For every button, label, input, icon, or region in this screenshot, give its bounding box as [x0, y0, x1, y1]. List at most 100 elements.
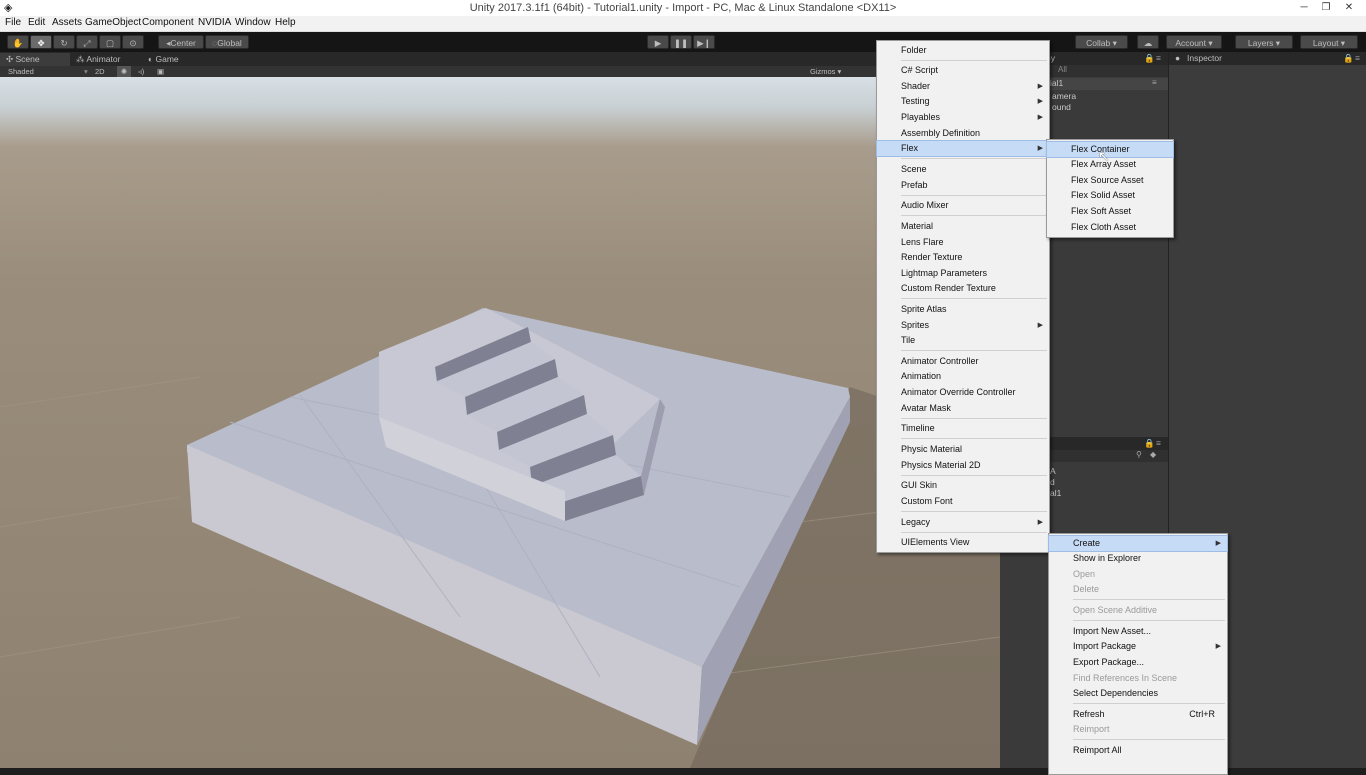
project-item-1[interactable]: A	[1050, 466, 1056, 476]
lock-icon[interactable]: 🔒	[1144, 52, 1155, 65]
panel-menu-icon[interactable]: ≡	[1156, 52, 1161, 65]
scene-viewport[interactable]	[0, 77, 1000, 768]
tab-inspector[interactable]: ● Inspector 🔒 ≡	[1169, 52, 1366, 65]
menu-item-shader[interactable]: Shader ▶	[877, 79, 1049, 94]
menu-item-show-in-explorer[interactable]: Show in Explorer	[1049, 551, 1227, 566]
play-button[interactable]: ▶	[647, 35, 669, 49]
menu-item-find-references[interactable]: Find References In Scene	[1049, 671, 1227, 686]
pivot-center-toggle[interactable]: ◂Center	[158, 35, 204, 49]
menu-edit[interactable]: Edit	[28, 17, 45, 28]
effects-toggle-icon[interactable]: ▣	[157, 66, 164, 77]
menu-item-animator-override-controller[interactable]: Animator Override Controller	[877, 385, 1049, 400]
menu-item-custom-render-texture[interactable]: Custom Render Texture	[877, 281, 1049, 296]
minimize-button[interactable]: ─	[1293, 0, 1315, 16]
scene-menu-icon[interactable]: ≡	[1152, 78, 1157, 87]
rotate-tool-icon[interactable]: ↻	[53, 35, 75, 49]
account-dropdown[interactable]: Account ▾	[1166, 35, 1222, 49]
space-global-toggle[interactable]: ◌Global	[205, 35, 249, 49]
menu-component[interactable]: Component	[142, 17, 194, 28]
menu-item-prefab[interactable]: Prefab	[877, 178, 1049, 193]
menu-item-select-dependencies[interactable]: Select Dependencies	[1049, 686, 1227, 701]
menu-item-flex-source-asset[interactable]: Flex Source Asset	[1047, 173, 1173, 188]
project-menu-icon[interactable]: ≡	[1156, 437, 1161, 450]
menu-item-flex-soft-asset[interactable]: Flex Soft Asset	[1047, 204, 1173, 219]
close-button[interactable]: ✕	[1338, 0, 1360, 16]
menu-item-custom-font[interactable]: Custom Font	[877, 494, 1049, 509]
tab-animator[interactable]: ⁂ Animator	[76, 53, 146, 66]
menu-help[interactable]: Help	[275, 17, 296, 28]
filter-icon[interactable]: ⚲	[1136, 450, 1142, 459]
menu-item-testing[interactable]: Testing ▶	[877, 94, 1049, 109]
layout-dropdown[interactable]: Layout ▾	[1300, 35, 1358, 49]
menu-item-physics-material-2d[interactable]: Physics Material 2D	[877, 458, 1049, 473]
menu-item-avatar-mask[interactable]: Avatar Mask	[877, 401, 1049, 416]
maximize-button[interactable]: ❐	[1315, 0, 1337, 16]
menu-item-refresh[interactable]: Refresh Ctrl+R	[1049, 707, 1227, 722]
menu-item-flex[interactable]: Flex ▶	[876, 140, 1050, 157]
menu-item-import-new-asset[interactable]: Import New Asset...	[1049, 624, 1227, 639]
gizmos-dropdown[interactable]: Gizmos ▾	[810, 66, 841, 77]
transform-tool-icon[interactable]: ⊙	[122, 35, 144, 49]
menu-item-uielements-view[interactable]: UIElements View	[877, 535, 1049, 550]
tab-scene[interactable]: ✣ Scene	[0, 53, 70, 66]
menu-item-legacy[interactable]: Legacy ▶	[877, 515, 1049, 530]
audio-toggle-icon[interactable]: ◃)	[138, 66, 144, 77]
hand-tool-icon[interactable]: ✋	[7, 35, 29, 49]
menu-item-assembly-definition[interactable]: Assembly Definition	[877, 126, 1049, 141]
menu-item-flex-array-asset[interactable]: Flex Array Asset	[1047, 157, 1173, 172]
pause-button[interactable]: ❚❚	[670, 35, 692, 49]
menu-item-open[interactable]: Open	[1049, 567, 1227, 582]
menu-item-delete[interactable]: Delete	[1049, 582, 1227, 597]
menu-item-folder[interactable]: Folder	[877, 43, 1049, 58]
inspector-lock-icon[interactable]: 🔒	[1343, 52, 1354, 65]
menu-item-sprites[interactable]: Sprites ▶	[877, 318, 1049, 333]
menu-item-create[interactable]: Create ▶	[1048, 535, 1228, 552]
menu-item-animator-controller[interactable]: Animator Controller	[877, 354, 1049, 369]
menu-item-playables[interactable]: Playables ▶	[877, 110, 1049, 125]
menu-item-physic-material[interactable]: Physic Material	[877, 442, 1049, 457]
menu-item-export-package[interactable]: Export Package...	[1049, 655, 1227, 670]
menu-item-open-scene-additive[interactable]: Open Scene Additive	[1049, 603, 1227, 618]
project-lock-icon[interactable]: 🔒	[1144, 437, 1155, 450]
menu-item-flex-solid-asset[interactable]: Flex Solid Asset	[1047, 188, 1173, 203]
2d-toggle[interactable]: 2D	[95, 66, 105, 77]
tab-game[interactable]: ◐ Game	[148, 53, 208, 66]
menu-gameobject[interactable]: GameObject	[85, 17, 141, 28]
menu-item-reimport[interactable]: Reimport	[1049, 722, 1227, 737]
label-icon[interactable]: ◆	[1150, 450, 1156, 459]
lighting-toggle-icon[interactable]: ✺	[117, 66, 131, 77]
menu-item-render-texture[interactable]: Render Texture	[877, 250, 1049, 265]
menu-nvidia[interactable]: NVIDIA	[198, 17, 231, 28]
step-button[interactable]: ▶❙	[693, 35, 715, 49]
menu-item-timeline[interactable]: Timeline	[877, 421, 1049, 436]
hierarchy-item-camera[interactable]: amera	[1052, 91, 1076, 101]
menu-assets[interactable]: Assets	[52, 17, 82, 28]
layers-dropdown[interactable]: Layers ▾	[1235, 35, 1293, 49]
menu-item-lens-flare[interactable]: Lens Flare	[877, 235, 1049, 250]
project-item-2[interactable]: d	[1050, 477, 1055, 487]
menu-window[interactable]: Window	[235, 17, 271, 28]
menu-item-tile[interactable]: Tile	[877, 333, 1049, 348]
rect-tool-icon[interactable]: ▢	[99, 35, 121, 49]
menu-item-audio-mixer[interactable]: Audio Mixer	[877, 198, 1049, 213]
cloud-icon[interactable]: ☁	[1137, 35, 1159, 49]
shading-mode-dropdown[interactable]: Shaded	[8, 66, 34, 77]
menu-item-reimport-all[interactable]: Reimport All	[1049, 743, 1227, 758]
menu-item-sprite-atlas[interactable]: Sprite Atlas	[877, 302, 1049, 317]
menu-item-scene[interactable]: Scene	[877, 162, 1049, 177]
menu-item-animation[interactable]: Animation	[877, 369, 1049, 384]
menu-item-import-package[interactable]: Import Package ▶	[1049, 639, 1227, 654]
menu-item-material[interactable]: Material	[877, 219, 1049, 234]
project-item-3[interactable]: al1	[1050, 488, 1061, 498]
menu-item-lightmap-parameters[interactable]: Lightmap Parameters	[877, 266, 1049, 281]
menu-item-flex-container[interactable]: Flex Container	[1046, 141, 1174, 158]
move-tool-icon[interactable]: ✥	[30, 35, 52, 49]
menu-item-csharp-script[interactable]: C# Script	[877, 63, 1049, 78]
hierarchy-item-ground[interactable]: ound	[1052, 102, 1071, 112]
menu-item-gui-skin[interactable]: GUI Skin	[877, 478, 1049, 493]
collab-dropdown[interactable]: Collab ▾	[1075, 35, 1128, 49]
menu-item-flex-cloth-asset[interactable]: Flex Cloth Asset	[1047, 220, 1173, 235]
inspector-menu-icon[interactable]: ≡	[1355, 52, 1360, 65]
menu-file[interactable]: File	[5, 17, 21, 28]
scale-tool-icon[interactable]: ⤢	[76, 35, 98, 49]
